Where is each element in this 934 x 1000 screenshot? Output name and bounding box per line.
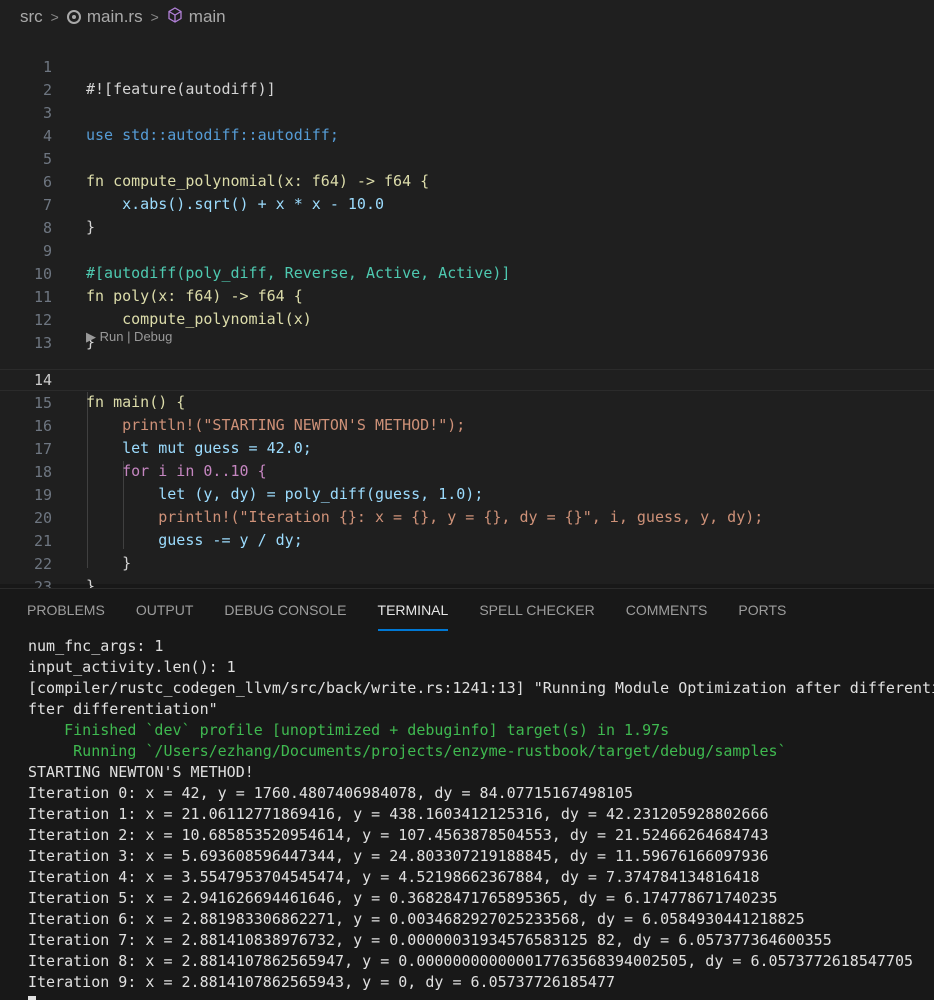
terminal-line: Iteration 7: x = 2.881410838976732, y = … [28, 931, 832, 949]
tab-comments[interactable]: COMMENTS [626, 589, 708, 631]
terminal-line: num_fnc_args: 1 [28, 637, 164, 655]
breadcrumb-symbol[interactable]: main [189, 7, 226, 27]
breadcrumb-folder[interactable]: src [20, 7, 43, 27]
code-line: 19 println!("Iteration {}: x = {}, y = {… [0, 462, 934, 526]
terminal-output[interactable]: num_fnc_args: 1 input_activity.len(): 1 … [0, 634, 934, 1000]
code-line: 6 x.abs().sqrt() + x * x - 10.0 [0, 149, 934, 213]
code-line: 11 compute_polynomial(x) [0, 264, 934, 328]
code-line: 10 fn poly(x: f64) -> f64 { [0, 241, 934, 305]
terminal-line: Iteration 2: x = 10.685853520954614, y =… [28, 826, 769, 844]
code-line: 17 for i in 0..10 { [0, 416, 934, 480]
code-line: 20 guess -= y / dy; [0, 485, 934, 549]
code-line: 23 [0, 554, 934, 596]
tab-terminal[interactable]: TERMINAL [377, 589, 449, 631]
terminal-line: Iteration 8: x = 2.8814107862565947, y =… [28, 952, 914, 970]
tab-output[interactable]: OUTPUT [136, 589, 194, 631]
terminal-line: fter differentiation" [28, 700, 218, 718]
chevron-right-icon: > [50, 9, 59, 25]
code-line: 21 } [0, 508, 934, 572]
breadcrumb: src > main.rs > main [0, 0, 934, 34]
code-line: 2 [0, 57, 934, 99]
code-line: 15 println!("STARTING NEWTON'S METHOD!")… [0, 370, 934, 434]
code-line: 9 #[autodiff(poly_diff, Reverse, Active,… [0, 218, 934, 282]
rust-file-icon [66, 10, 81, 24]
breadcrumb-file[interactable]: main.rs [87, 7, 143, 27]
code-line: 8 [0, 195, 934, 237]
code-editor[interactable]: 1 #![feature(autodiff)] 2 3 use std::aut… [0, 34, 934, 596]
terminal-cursor [28, 996, 36, 1000]
terminal-line: Iteration 9: x = 2.8814107862565943, y =… [28, 973, 615, 991]
terminal-line: input_activity.len(): 1 [28, 658, 236, 676]
symbol-method-icon [167, 6, 183, 28]
terminal-prompt [28, 993, 36, 1000]
tab-debug-console[interactable]: DEBUG CONSOLE [224, 589, 346, 631]
code-line: 18 let (y, dy) = poly_diff(guess, 1.0); [0, 439, 934, 503]
code-line: 12 } [0, 287, 934, 351]
terminal-line: Finished `dev` profile [unoptimized + de… [28, 721, 670, 739]
terminal-line: Iteration 0: x = 42, y = 1760.4807406984… [28, 784, 634, 802]
terminal-line: Iteration 1: x = 21.06112771869416, y = … [28, 805, 769, 823]
terminal-line: Iteration 6: x = 2.881983306862271, y = … [28, 910, 805, 928]
chevron-right-icon: > [150, 9, 159, 25]
tab-spell-checker[interactable]: SPELL CHECKER [479, 589, 594, 631]
panel-tab-bar: PROBLEMS OUTPUT DEBUG CONSOLE TERMINAL S… [0, 588, 934, 631]
terminal-line: Iteration 5: x = 2.941626694461646, y = … [28, 889, 778, 907]
tab-ports[interactable]: PORTS [738, 589, 786, 631]
tab-problems[interactable]: PROBLEMS [27, 589, 105, 631]
code-line: 5 fn compute_polynomial(x: f64) -> f64 { [0, 126, 934, 190]
terminal-line: Iteration 4: x = 3.5547953704545474, y =… [28, 868, 760, 886]
code-line: 1 #![feature(autodiff)] [0, 34, 934, 98]
code-line: 14 fn main() { [0, 347, 934, 411]
code-line: 7 } [0, 172, 934, 236]
terminal-line: STARTING NEWTON'S METHOD! [28, 763, 254, 781]
terminal-line: Running `/Users/ezhang/Documents/project… [28, 742, 787, 760]
code-line: 3 use std::autodiff::autodiff; [0, 80, 934, 144]
run-debug-codelens[interactable]: ▶ Run | Debug [86, 328, 172, 346]
terminal-line: Iteration 3: x = 5.693608596447344, y = … [28, 847, 769, 865]
code-line: 22 } [0, 531, 934, 595]
code-line: 4 [0, 103, 934, 145]
code-line: 16 let mut guess = 42.0; [0, 393, 934, 457]
terminal-line: [compiler/rustc_codegen_llvm/src/back/wr… [28, 679, 934, 697]
